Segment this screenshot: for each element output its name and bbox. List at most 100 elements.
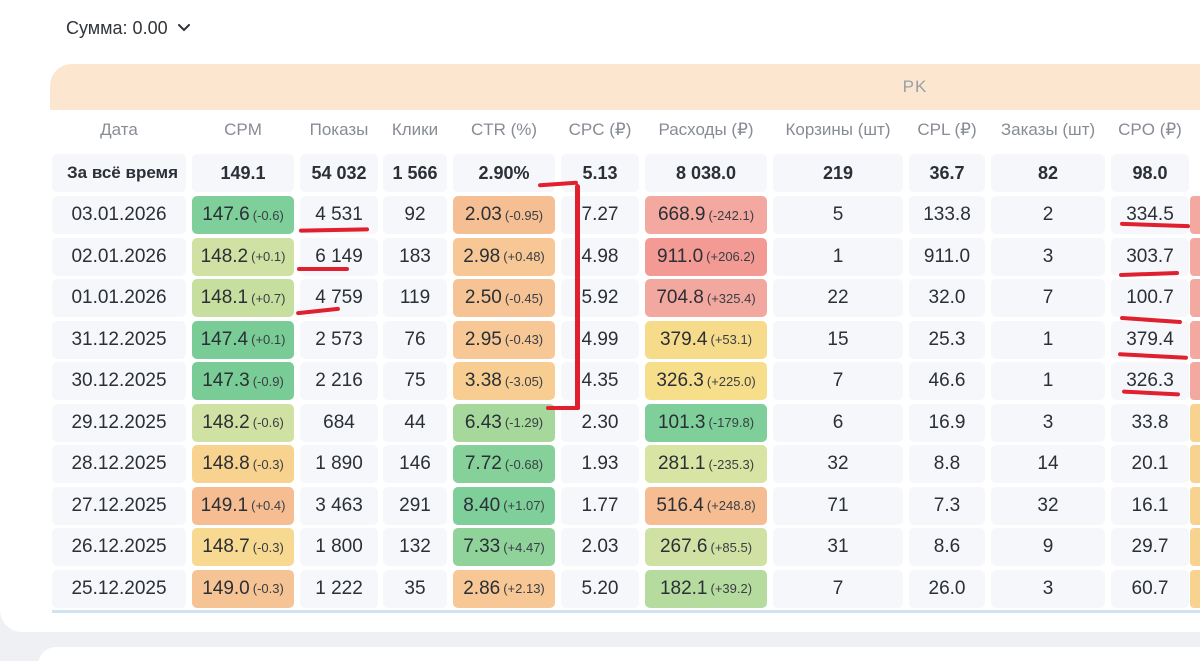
column-header[interactable]: Расходы (₽) (645, 120, 767, 140)
column-header[interactable]: Заказы (шт) (991, 120, 1105, 140)
column-header[interactable]: CTR (%) (453, 120, 555, 140)
column-header[interactable]: Дата (52, 120, 186, 140)
column-header[interactable]: CPO (₽) (1111, 120, 1189, 140)
orders-value: 3 (1042, 411, 1054, 433)
date-cell: 27.12.2025 (52, 486, 186, 525)
cpm-value: 147.4 (200, 328, 249, 350)
cpm-delta: (-0.3) (252, 539, 284, 555)
cpm-cell: 148.1 (+0.7) (192, 279, 294, 317)
clicks-value: 291 (399, 494, 431, 516)
spend-delta: (+39.2) (710, 581, 753, 596)
column-header[interactable]: CPL (₽) (909, 120, 985, 140)
cpc-cell: 1.77 (561, 486, 639, 525)
cpc-value: 4.99 (581, 328, 619, 350)
cpm-value: 147.3 (202, 370, 250, 391)
carts-value: 1 (832, 245, 844, 267)
cpm-delta: (-0.6) (252, 415, 284, 430)
offscreen-column-cell (1190, 486, 1200, 525)
cpl-value: 46.6 (928, 370, 966, 391)
cpm-cell: 149.0 (-0.3) (192, 569, 294, 608)
orders-cell: 3 (991, 403, 1105, 442)
cpm-value: 149.0 (202, 577, 250, 599)
spend-delta: (+325.4) (706, 290, 756, 306)
cpo-value: 33.8 (1131, 411, 1169, 433)
cpm-delta: (-0.3) (252, 581, 284, 596)
ctr-cell: 7.33 (+4.47) (453, 528, 555, 566)
cpo-cell: 303.7 (1111, 237, 1189, 276)
spend-value: 281.1 (657, 453, 706, 474)
ctr-value: 6.43 (464, 411, 502, 433)
cpm-delta: (+0.1) (251, 249, 286, 264)
carts-cell: 7 (773, 569, 903, 608)
cpm-delta: (-0.9) (252, 373, 284, 389)
clicks-value: 146 (399, 453, 431, 474)
cpc-cell: 7.27 (561, 196, 639, 234)
orders-cell: 7 (991, 279, 1105, 317)
cpm-cell: 148.2 (+0.1) (192, 237, 294, 276)
ctr-delta: (-3.05) (504, 373, 544, 389)
carts-cell: 71 (773, 486, 903, 525)
cpo-value: 29.7 (1131, 536, 1169, 557)
orders-cell: 32 (991, 486, 1105, 525)
cpm-cell: 148.7 (-0.3) (192, 528, 294, 566)
clicks-cell: 76 (383, 320, 447, 359)
date-value: 30.12.2025 (71, 370, 167, 391)
orders-value: 14 (1037, 453, 1059, 474)
ctr-value: 2.98 (463, 245, 501, 267)
totals-cell: 36.7 (909, 154, 985, 192)
orders-value: 1 (1042, 328, 1054, 350)
date-cell: 26.12.2025 (52, 528, 186, 566)
cpc-value: 2.03 (581, 536, 619, 557)
carts-cell: 7 (773, 362, 903, 400)
cpl-value: 8.8 (933, 453, 961, 474)
offscreen-column-cell (1190, 196, 1200, 234)
offscreen-column-cell (1190, 403, 1200, 442)
spend-delta: (+248.8) (706, 498, 756, 513)
date-cell: 29.12.2025 (52, 403, 186, 442)
orders-cell: 14 (991, 445, 1105, 483)
clicks-value: 76 (404, 328, 426, 350)
spend-delta: (+53.1) (710, 332, 753, 347)
column-header[interactable]: Показы (300, 120, 378, 140)
date-cell: 25.12.2025 (52, 569, 186, 608)
cpc-value: 2.30 (581, 411, 619, 433)
clicks-value: 132 (399, 536, 431, 557)
cpc-cell: 5.20 (561, 569, 639, 608)
carts-value: 7 (832, 577, 844, 599)
column-header[interactable]: CPC (₽) (561, 120, 639, 140)
shows-cell: 1 890 (300, 445, 378, 483)
cpl-cell: 25.3 (909, 320, 985, 359)
cpl-cell: 8.8 (909, 445, 985, 483)
group-header: PK (50, 64, 1200, 110)
shows-cell: 1 222 (300, 569, 378, 608)
orders-cell: 1 (991, 320, 1105, 359)
offscreen-column-cell (1190, 320, 1200, 359)
shows-cell: 684 (300, 403, 378, 442)
cpm-cell: 147.6 (-0.6) (192, 196, 294, 234)
cpc-value: 1.93 (581, 453, 619, 474)
ctr-cell: 2.98 (+0.48) (453, 237, 555, 276)
ctr-cell: 6.43 (-1.29) (453, 403, 555, 442)
cpl-cell: 46.6 (909, 362, 985, 400)
cpl-cell: 911.0 (909, 237, 985, 276)
ctr-delta: (+4.47) (503, 539, 545, 555)
sum-dropdown[interactable]: Сумма: 0.00 (66, 16, 190, 40)
cpm-delta: (+0.7) (251, 290, 286, 306)
cpo-value: 326.3 (1126, 370, 1174, 391)
cpm-cell: 147.3 (-0.9) (192, 362, 294, 400)
offscreen-column-cell (1190, 362, 1200, 400)
cpo-value: 20.1 (1131, 453, 1169, 474)
spend-delta: (-179.8) (708, 415, 755, 430)
cpl-cell: 8.6 (909, 528, 985, 566)
annotation-bracket (575, 184, 580, 410)
clicks-value: 44 (404, 411, 426, 433)
column-header[interactable]: Клики (383, 120, 447, 140)
column-header[interactable]: Корзины (шт) (773, 120, 903, 140)
shows-value: 3 463 (315, 494, 363, 516)
table-bottom-strip (52, 610, 1200, 613)
clicks-value: 75 (404, 370, 426, 391)
orders-value: 32 (1037, 494, 1059, 516)
carts-cell: 32 (773, 445, 903, 483)
column-header[interactable]: CPM (192, 120, 294, 140)
cpc-cell: 2.03 (561, 528, 639, 566)
